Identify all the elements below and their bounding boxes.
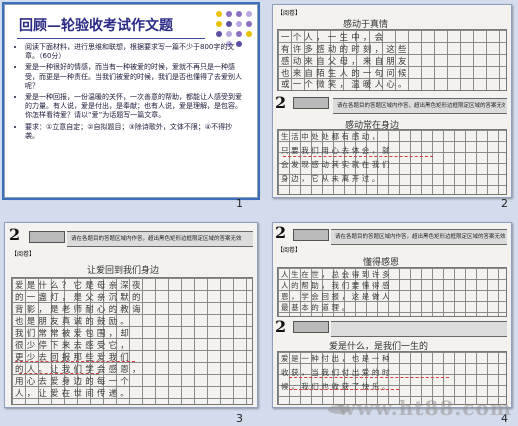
handwriting-line: 人的帮助，我们要懂得感 — [281, 281, 393, 290]
slide-thumbnail-3[interactable]: 2 请在各题目的答题区域内作答，超出黑色矩形边框限定区域的答案无效 【阅卷】 让… — [4, 222, 258, 408]
score-box — [293, 229, 329, 241]
instruction-text: 请在各题目的答题区域内作答，超出黑色矩形边框限定区域的答案无效 — [337, 103, 505, 109]
sheet-number: 2 — [9, 225, 21, 244]
slide-number-3: 3 — [236, 412, 243, 425]
handwriting-line: 我们常常被爱包围，却 — [15, 329, 133, 339]
teacher-mark-line — [289, 389, 399, 390]
instruction-text: 请在各题目的答题区域内作答，超出黑色矩形边框限定区域的答案无效 — [335, 234, 505, 240]
slide-title: 回顾—轮验收考试作文题 — [19, 18, 173, 34]
slide-thumbnail-2[interactable]: 【阅卷】 感动于真情 一个人，一生中，会 有许多感动的时刻，这些 感动来自父母，… — [272, 4, 512, 198]
slide-number-1: 1 — [236, 197, 243, 210]
teacher-mark-line — [19, 373, 99, 374]
handwriting-line: 很少停下来去感受它， — [15, 341, 133, 351]
handwriting-line: 或一个微笑，温暖人心。 — [281, 80, 410, 90]
score-box — [29, 231, 65, 243]
handwriting-line: 爱是什么？它是母亲深夜 — [15, 281, 144, 291]
score-box — [293, 97, 329, 109]
teacher-mark-line — [289, 377, 449, 378]
grading-tag: 【阅卷】 — [277, 247, 302, 254]
bullet-4: 要求：①立意自定；②自拟题目；③除诗歌外，文体不限；④不得抄袭。 — [25, 123, 243, 141]
handwriting-line: 身边，它从未离开过。 — [281, 174, 382, 183]
handwriting-line: 最基本的道理。 — [281, 303, 352, 312]
handwriting-line: 只要我们用心去体会，就 — [281, 146, 393, 155]
grading-tag: 【阅卷】 — [11, 251, 36, 258]
handwriting-line: 人生在世，总会得到许多 — [281, 270, 393, 279]
handwriting-line: 候，我们也收获了快乐。 — [281, 382, 393, 391]
handwriting-line: 恩，学会回报，这是做人 — [281, 292, 393, 301]
handwriting-line: 生活中处处都有感动， — [281, 132, 382, 141]
slide-thumbnail-4[interactable]: 2 请在各题目的答题区域内作答，超出黑色矩形边框限定区域的答案无效 【阅卷】 懂… — [272, 222, 512, 408]
grading-tag: 【阅卷】 — [277, 10, 302, 17]
bullet-2: 爱是一种很好的情感，而当有一种被爱的时候，爱就不再只是一种感受，而更是一种责任。… — [25, 63, 243, 91]
score-box — [293, 321, 329, 333]
slide-sorter-pane: 回顾—轮验收考试作文题 阅读下面材料，进行思维和联想，根据要求写一篇不少于800… — [0, 0, 518, 426]
slide-thumbnail-1[interactable]: 回顾—轮验收考试作文题 阅读下面材料，进行思维和联想，根据要求写一篇不少于800… — [2, 2, 260, 200]
scanned-answer-sheet: 【阅卷】 感动于真情 一个人，一生中，会 有许多感动的时刻，这些 感动来自父母，… — [273, 5, 511, 197]
bullet-1: 阅读下面材料，进行思维和联想，根据要求写一篇不少于800字的文章。（60分） — [25, 43, 243, 61]
slide-number-2: 2 — [501, 197, 508, 210]
handwriting-line: 有许多感动的时刻，这些 — [281, 45, 410, 55]
sheet-number: 2 — [275, 317, 287, 336]
instruction-band — [331, 321, 507, 337]
handwriting-line: 用心去爱身边的每一个 — [15, 377, 133, 387]
title-underline — [17, 38, 205, 39]
instruction-text: 请在各题目的答题区域内作答，超出黑色矩形边框限定区域的答案无效 — [71, 236, 242, 242]
sheet-number: 2 — [275, 93, 287, 112]
handwriting-line: 会发现感动其实就在我们 — [281, 160, 393, 169]
teacher-mark-line — [283, 156, 433, 157]
slide-body-text: 阅读下面材料，进行思维和联想，根据要求写一篇不少于800字的文章。（60分） 爱… — [15, 43, 243, 143]
scanned-answer-sheet: 2 请在各题目的答题区域内作答，超出黑色矩形边框限定区域的答案无效 【阅卷】 让… — [5, 223, 257, 407]
teacher-mark-line — [15, 361, 135, 362]
handwriting-line: 人，让爱在世间传递。 — [15, 389, 133, 399]
handwriting-line: 一个人，一生中，会 — [281, 33, 387, 43]
handwriting-line: 也是朋友真诚的鼓励。 — [15, 317, 133, 327]
scanned-answer-sheet: 2 请在各题目的答题区域内作答，超出黑色矩形边框限定区域的答案无效 【阅卷】 懂… — [273, 223, 511, 407]
handwriting-line: 的一盏灯，是父亲沉默的 — [15, 293, 144, 303]
handwriting-line: 背影，是老师耐心的教诲 — [15, 305, 144, 315]
handwriting-line: 爱是一种付出，也是一种 — [281, 354, 393, 363]
sheet-number: 2 — [275, 223, 287, 242]
handwriting-line: 感动来自父母，来自朋友 — [281, 57, 410, 67]
watermark-text: www.ht88.com — [338, 396, 512, 420]
bullet-3: 爱是一种回报，一份温暖的关怀，一次善意的帮助，都能让人感受到爱的力量。有人说，爱… — [25, 93, 243, 121]
essay-title: 让爱回到我们身边 — [87, 266, 160, 276]
